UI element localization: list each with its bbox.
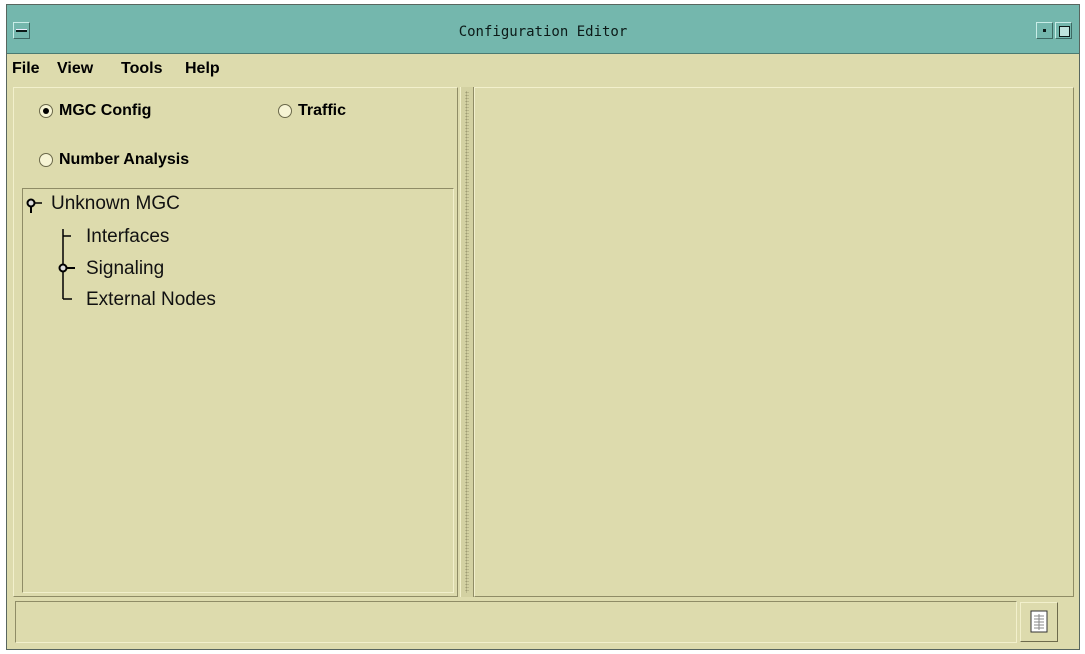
radio-mgc-config[interactable]: MGC Config — [39, 102, 151, 120]
document-icon — [1030, 610, 1048, 633]
menu-help[interactable]: Help — [185, 60, 220, 78]
radio-number-analysis-label: Number Analysis — [59, 151, 190, 168]
tree-item-external-nodes[interactable]: External Nodes — [86, 289, 216, 311]
radio-traffic[interactable]: Traffic — [278, 102, 346, 120]
status-bar — [15, 601, 1017, 643]
tree-item-interfaces[interactable]: Interfaces — [86, 226, 169, 248]
expanded-node-icon — [26, 198, 42, 213]
window-title: Configuration Editor — [458, 24, 628, 40]
title-bar[interactable]: Configuration Editor — [7, 5, 1079, 54]
menu-bar: File View Tools Help — [7, 54, 1079, 86]
radio-unchecked-icon — [278, 104, 292, 118]
radio-mgc-config-label: MGC Config — [59, 102, 152, 119]
maximize-button[interactable] — [1055, 22, 1072, 39]
minimize-button[interactable] — [1036, 22, 1053, 39]
left-panel: MGC Config Traffic Number Analysis Unkno… — [13, 87, 458, 597]
radio-unchecked-icon — [39, 153, 53, 167]
right-panel — [474, 87, 1074, 597]
tree-root-unknown-mgc[interactable]: Unknown MGC — [51, 193, 180, 215]
tree-item-signaling[interactable]: Signaling — [86, 258, 164, 280]
radio-traffic-label: Traffic — [298, 102, 347, 119]
document-button[interactable] — [1020, 602, 1058, 642]
configuration-editor-window: Configuration Editor File View Tools Hel… — [6, 4, 1080, 650]
menu-view[interactable]: View — [57, 60, 93, 78]
radio-checked-icon — [39, 104, 53, 118]
config-tree[interactable]: Unknown MGC Interfaces Signaling Externa… — [22, 188, 454, 593]
radio-number-analysis[interactable]: Number Analysis — [39, 151, 189, 169]
collapsed-node-icon — [58, 263, 75, 273]
menu-file[interactable]: File — [12, 60, 40, 78]
menu-tools[interactable]: Tools — [121, 60, 162, 78]
split-pane-divider[interactable] — [460, 87, 474, 597]
